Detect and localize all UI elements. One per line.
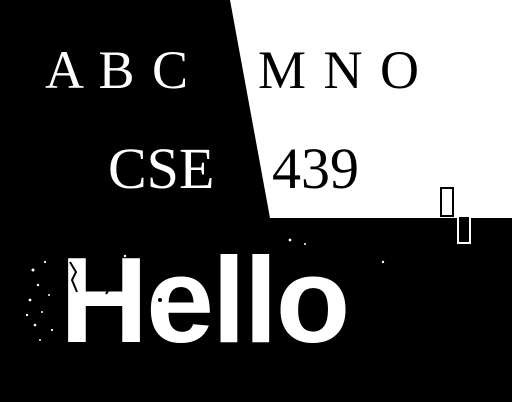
course-left: CSE <box>108 136 214 201</box>
letters-right: M N O <box>258 40 421 100</box>
image-svg: A B C M N O CSE 439 Hello <box>25 0 512 368</box>
small-rect-outline-bottom <box>457 215 471 244</box>
image-canvas: A B C M N O CSE 439 Hello <box>0 0 512 402</box>
letters-left: A B C <box>45 40 190 100</box>
course-right: 439 <box>272 136 359 201</box>
hello-text: Hello <box>60 232 348 368</box>
small-rect-outline-top <box>440 187 454 217</box>
